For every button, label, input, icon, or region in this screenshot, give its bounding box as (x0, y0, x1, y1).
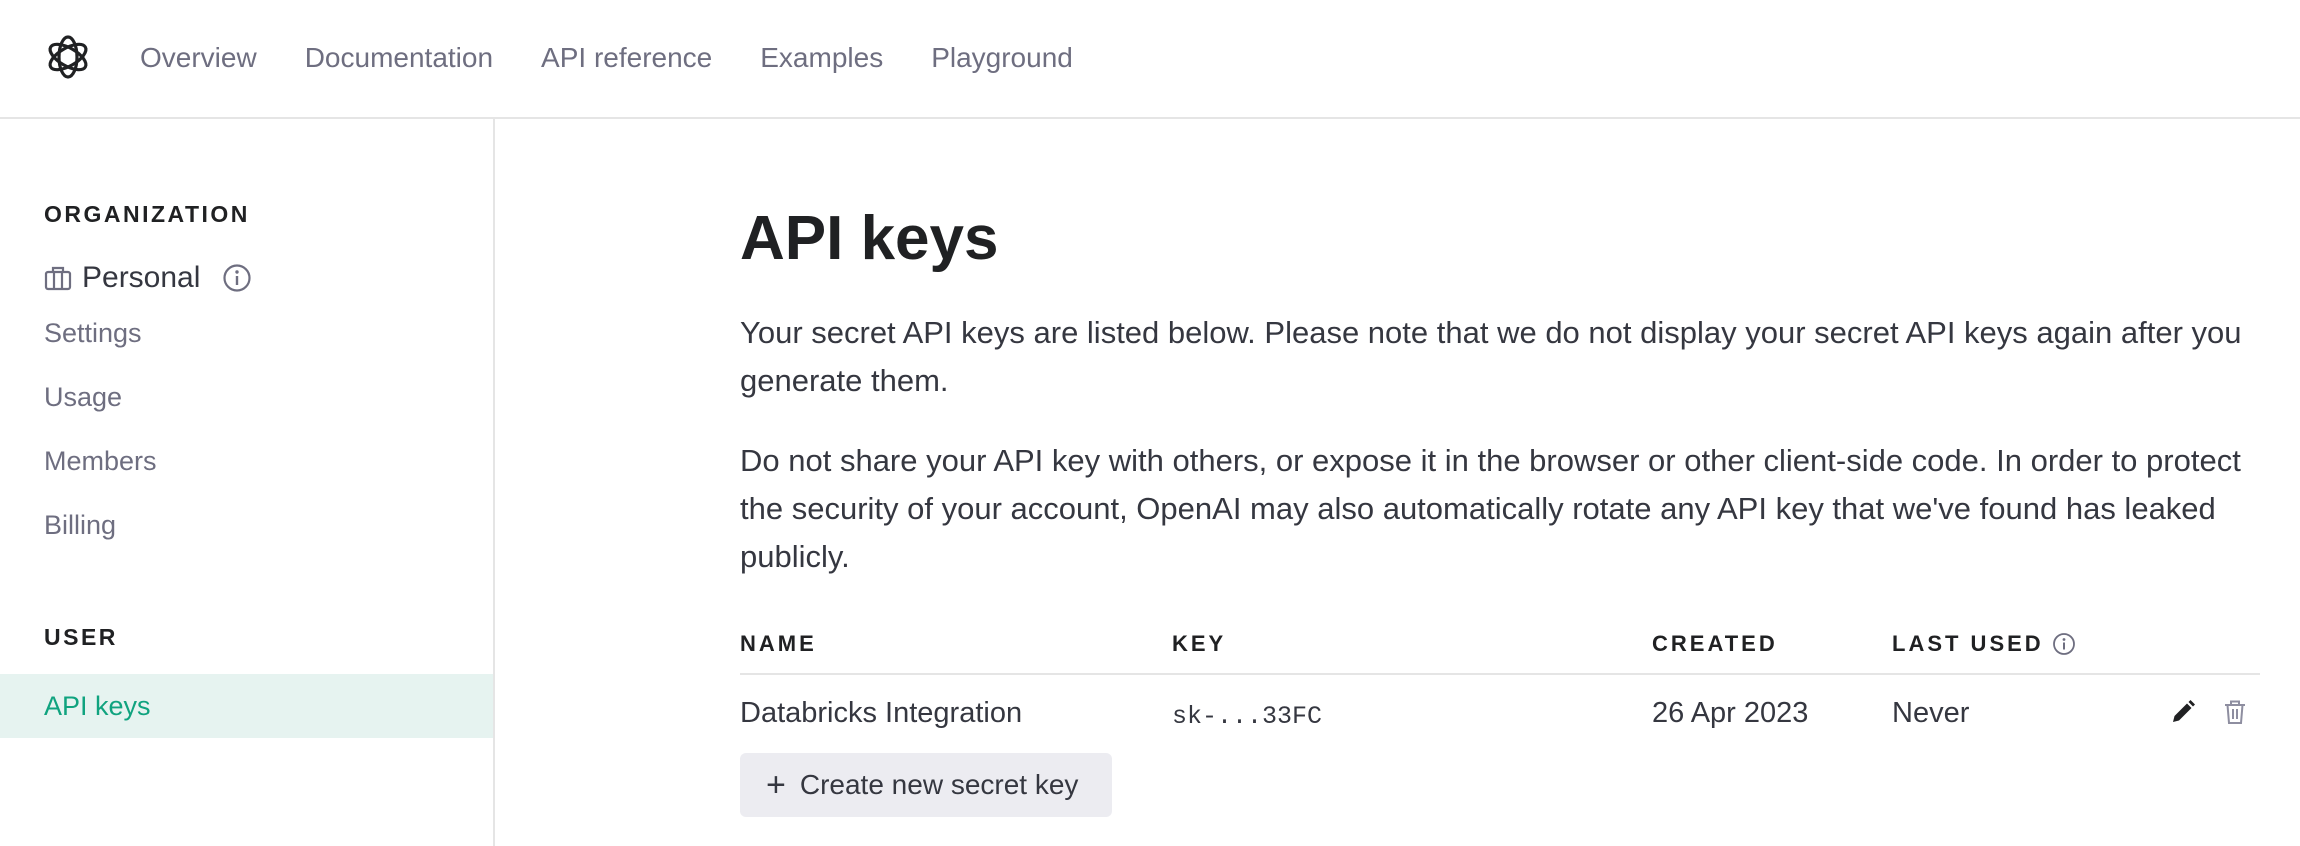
top-nav-bar: Overview Documentation API reference Exa… (0, 0, 2300, 119)
sidebar-item-settings[interactable]: Settings (44, 315, 142, 351)
organization-heading: ORGANIZATION (44, 201, 250, 227)
security-paragraph: Do not share your API key with others, o… (740, 443, 2241, 574)
nav-examples[interactable]: Examples (760, 38, 883, 78)
key-value-cell: sk-...33FC (1172, 702, 1323, 731)
create-new-secret-key-button[interactable]: + Create new secret key (740, 753, 1112, 817)
table-divider (740, 673, 2260, 675)
last-used-cell: Never (1892, 697, 1970, 729)
sidebar-item-api-keys[interactable]: API keys (0, 674, 493, 738)
main-nav: Overview Documentation API reference Exa… (140, 38, 1121, 78)
created-date-cell: 26 Apr 2023 (1652, 697, 1809, 729)
sidebar: ORGANIZATION Personal Settings Usage Mem… (0, 119, 495, 846)
trash-icon[interactable] (2220, 697, 2250, 727)
col-header-key: KEY (1172, 631, 1227, 656)
user-heading: USER (44, 624, 118, 650)
briefcase-icon (44, 266, 72, 291)
col-header-last-used: LAST USED (1892, 631, 2076, 657)
page-title: API keys (740, 204, 999, 273)
nav-api-reference[interactable]: API reference (541, 38, 712, 78)
intro-paragraph: Your secret API keys are listed below. P… (740, 315, 2242, 398)
sidebar-item-members[interactable]: Members (44, 443, 157, 479)
info-icon[interactable] (2052, 632, 2076, 656)
nav-documentation[interactable]: Documentation (305, 38, 493, 78)
pencil-icon[interactable] (2168, 697, 2198, 727)
col-header-created: CREATED (1652, 631, 1778, 656)
info-icon[interactable] (222, 263, 252, 293)
org-name: Personal (82, 261, 201, 294)
col-header-name: NAME (740, 631, 817, 656)
key-name-cell: Databricks Integration (740, 697, 1023, 729)
create-button-label: Create new secret key (799, 769, 1079, 800)
plus-icon: + (766, 766, 786, 804)
sidebar-item-usage[interactable]: Usage (44, 379, 122, 415)
org-selector[interactable]: Personal (44, 258, 252, 298)
openai-logo-icon[interactable] (42, 31, 94, 83)
nav-playground[interactable]: Playground (931, 38, 1073, 78)
nav-overview[interactable]: Overview (140, 38, 257, 78)
sidebar-item-billing[interactable]: Billing (44, 507, 116, 543)
